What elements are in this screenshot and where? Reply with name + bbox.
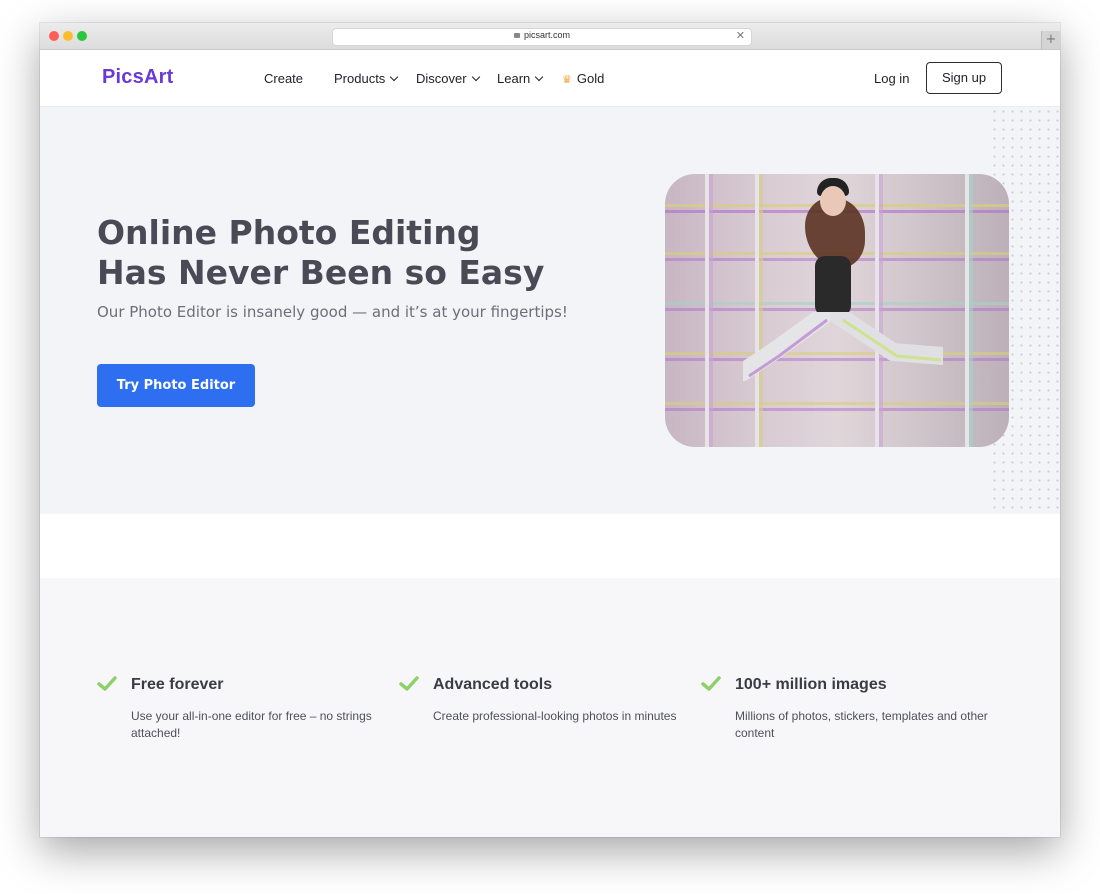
lock-icon [513,33,520,38]
hero-subtitle: Our Photo Editor is insanely good — and … [97,303,568,321]
crown-icon: ♛ [562,74,572,86]
new-tab-button[interactable]: + [1041,31,1060,49]
login-link[interactable]: Log in [874,71,909,86]
nav-item-label: Create [264,71,304,86]
url-text: picsart.com [523,30,570,40]
stop-icon[interactable]: ✕ [736,29,745,42]
try-photo-editor-button[interactable]: Try Photo Editor [97,364,255,407]
figure-top [815,256,851,316]
picsart-logo[interactable]: PicsArt [102,66,173,89]
browser-window: picsart.com ✕ + PicsArt Create Products … [40,23,1060,837]
feature-title: Free forever [131,676,224,693]
nav-item-create[interactable]: Create [264,71,303,86]
close-window-button[interactable] [49,31,59,41]
nav-item-label: Products [334,71,386,86]
site-header: PicsArt Create Products Discover Learn ♛… [40,50,1060,107]
check-icon [97,676,117,691]
nav-item-label: Discover [416,71,467,86]
hero-image [665,174,1009,447]
nav-item-gold[interactable]: ♛ Gold [562,71,604,86]
chevron-down-icon [471,72,480,82]
features-section: Free forever Use your all-in-one editor … [40,578,1060,837]
nav-item-label: Learn [497,71,531,86]
chevron-down-icon [390,72,399,82]
nav-item-label: Gold [576,71,605,86]
hero-title: Online Photo Editing Has Never Been so E… [97,213,545,292]
feature-description: Create professional-looking photos in mi… [433,709,677,723]
maximize-window-button[interactable] [77,31,87,41]
section-spacer [40,514,1060,578]
check-icon [701,676,721,691]
browser-titlebar: picsart.com ✕ + [40,23,1060,50]
address-bar[interactable]: picsart.com ✕ [332,28,752,46]
nav-item-learn[interactable]: Learn [497,71,544,86]
hero-section: Online Photo Editing Has Never Been so E… [40,107,1060,514]
feature-description: Millions of photos, stickers, templates … [735,709,988,740]
minimize-window-button[interactable] [63,31,73,41]
nav-item-products[interactable]: Products [334,71,399,86]
nav-item-discover[interactable]: Discover [416,71,480,86]
feature-description: Use your all-in-one editor for free – no… [131,709,372,740]
figure-head [820,186,846,216]
chevron-down-icon [535,72,544,82]
signup-button[interactable]: Sign up [926,62,1002,94]
figure-legs [743,312,943,381]
check-icon [399,676,419,691]
feature-title: 100+ million images [735,676,887,693]
feature-title: Advanced tools [433,676,553,693]
